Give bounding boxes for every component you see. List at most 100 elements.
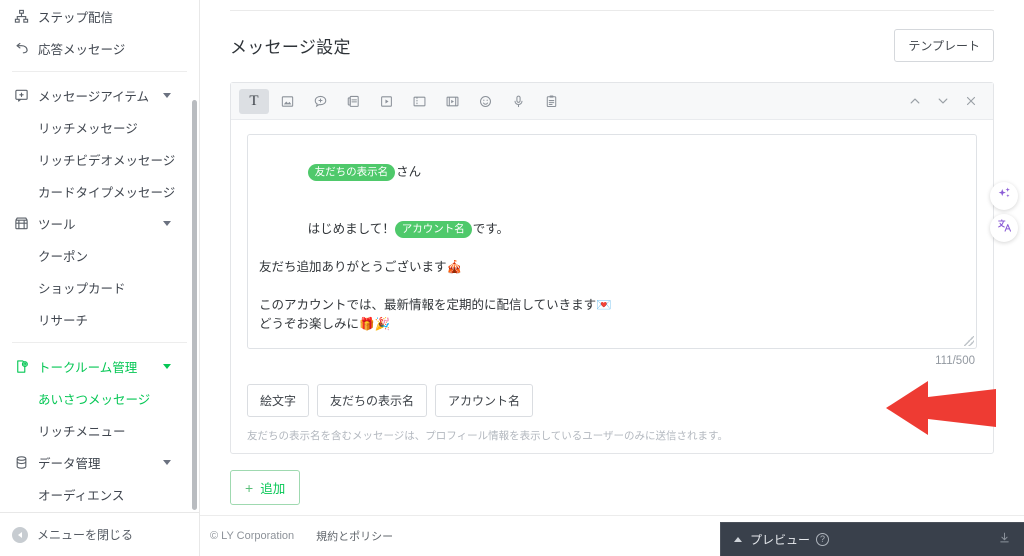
textarea-resize-handle[interactable]: [964, 336, 974, 346]
close-icon: [966, 96, 976, 106]
sidebar-item-tool[interactable]: ツール: [0, 207, 199, 239]
sidebar-item-talkroom-management[interactable]: トークルーム管理: [0, 350, 199, 382]
sidebar: ステップ配信 応答メッセージ メッセージアイテム リッチメッセージ リッチビデオ…: [0, 0, 200, 556]
account-name-tag: アカウント名: [394, 221, 472, 238]
clipboard-icon: [544, 94, 559, 109]
sidebar-item-label: データ管理: [38, 456, 101, 471]
sidebar-item-label: ショップカード: [38, 281, 126, 296]
chevron-up-icon: [910, 98, 920, 104]
sidebar-item-label: リッチメッセージ: [38, 121, 138, 136]
emoji-tool-button[interactable]: [470, 89, 500, 114]
close-message-button[interactable]: [957, 89, 985, 114]
app-root: ステップ配信 応答メッセージ メッセージアイテム リッチメッセージ リッチビデオ…: [0, 0, 1024, 556]
sidebar-item-label: メッセージアイテム: [38, 89, 150, 104]
sidebar-item-shop-card[interactable]: ショップカード: [0, 271, 199, 303]
sidebar-item-label: ツール: [38, 217, 76, 232]
message-line: 友だちの表示名 さん: [259, 144, 965, 201]
rich-video-tool-button[interactable]: [371, 89, 401, 114]
voice-tool-button[interactable]: [503, 89, 533, 114]
message-text: はじめまして！: [307, 222, 395, 236]
template-button[interactable]: テンプレート: [894, 29, 994, 62]
text-tool-button[interactable]: T: [239, 88, 269, 114]
sidebar-item-reply-message[interactable]: 応答メッセージ: [0, 32, 199, 64]
sidebar-item-data-management[interactable]: データ管理: [0, 446, 199, 478]
help-icon[interactable]: ?: [816, 533, 830, 546]
sidebar-item-rich-video-message[interactable]: リッチビデオメッセージ: [0, 143, 199, 175]
collapse-menu-label: メニューを閉じる: [37, 528, 134, 542]
message-text: です。: [472, 222, 510, 236]
message-toolbar: T: [231, 83, 993, 120]
insert-emoji-button[interactable]: 絵文字: [247, 384, 310, 417]
chevron-down-icon: [163, 220, 171, 226]
sticker-tool-button[interactable]: [305, 89, 335, 114]
rich-message-tool-button[interactable]: [338, 89, 368, 114]
preview-label: プレビュー: [750, 533, 811, 547]
image-tool-button[interactable]: [272, 89, 302, 114]
reply-message-icon: [12, 39, 30, 57]
sidebar-item-label: 応答メッセージ: [38, 42, 126, 57]
sidebar-item-research[interactable]: リサーチ: [0, 303, 199, 335]
message-line: どうぞお楽しみに🎁🎉: [259, 317, 391, 331]
download-icon[interactable]: [998, 531, 1011, 549]
sidebar-item-message-item[interactable]: メッセージアイテム: [0, 79, 199, 111]
card-type-tool-button[interactable]: [404, 89, 434, 114]
chevron-up-icon: [734, 537, 742, 542]
sidebar-item-greeting-message[interactable]: あいさつメッセージ: [0, 382, 199, 414]
video-icon: [445, 94, 460, 109]
page-title: メッセージ設定: [230, 38, 351, 57]
tool-icon: [12, 214, 30, 232]
sidebar-item-step-delivery[interactable]: ステップ配信: [0, 0, 199, 32]
talkroom-icon: [12, 357, 30, 375]
chevron-left-icon: [12, 526, 28, 543]
sidebar-item-label: リッチメニュー: [38, 424, 126, 439]
message-item-icon: [12, 86, 30, 104]
move-down-button[interactable]: [929, 89, 957, 114]
preview-bar[interactable]: プレビュー ?: [720, 522, 1024, 556]
chevron-down-icon: [938, 98, 948, 104]
add-message-button[interactable]: + 追加: [230, 470, 301, 505]
plus-icon: +: [245, 479, 254, 496]
message-line: このアカウントでは、最新情報を定期的に配信していきます💌: [259, 298, 612, 312]
main-scroll-area: メッセージ設定 テンプレート T 友だちの表示名 さん はじめまして！ アカウン…: [200, 0, 1024, 556]
emoji-icon: [478, 94, 493, 109]
terms-policy-link[interactable]: 規約とポリシー: [316, 528, 393, 544]
ai-sparkle-button[interactable]: [990, 182, 1018, 210]
video-tool-button[interactable]: [437, 89, 467, 114]
survey-tool-button[interactable]: [536, 89, 566, 114]
message-line: 友だち追加ありがとうございます🎪: [259, 260, 463, 274]
chevron-down-icon: [163, 92, 171, 98]
message-note: 友だちの表示名を含むメッセージは、プロフィール情報を表示しているユーザーのみに送…: [247, 430, 729, 442]
ai-sparkle-icon: [997, 186, 1012, 206]
rich-video-icon: [379, 94, 394, 109]
sidebar-item-label: リサーチ: [38, 313, 89, 328]
step-delivery-icon: [12, 7, 30, 25]
page-header: メッセージ設定 テンプレート: [200, 11, 1024, 62]
sidebar-item-label: オーディエンス: [38, 488, 125, 503]
message-textarea[interactable]: 友だちの表示名 さん はじめまして！ アカウント名 です。 友だち追加ありがとうござい…: [247, 134, 977, 349]
sidebar-item-card-type-message[interactable]: カードタイプメッセージ: [0, 175, 199, 207]
insert-friend-display-name-button[interactable]: 友だちの表示名: [317, 384, 428, 417]
sidebar-item-label: ステップ配信: [38, 10, 114, 25]
move-up-button[interactable]: [901, 89, 929, 114]
image-icon: [280, 94, 295, 109]
friend-display-name-tag: 友だちの表示名: [307, 164, 396, 181]
sidebar-scrollbar[interactable]: [192, 100, 197, 510]
sticker-icon: [313, 94, 328, 109]
sidebar-item-label: トークルーム管理: [38, 360, 138, 375]
collapse-menu-button[interactable]: メニューを閉じる: [0, 512, 199, 556]
translate-button[interactable]: [990, 214, 1018, 242]
message-line: はじめまして！ アカウント名 です。: [259, 201, 965, 258]
sidebar-item-audience[interactable]: オーディエンス: [0, 478, 199, 510]
sidebar-item-coupon[interactable]: クーポン: [0, 239, 199, 271]
sidebar-divider: [12, 342, 187, 343]
sidebar-group-3: トークルーム管理 あいさつメッセージ リッチメニュー データ管理 オーディエンス: [0, 350, 199, 510]
sidebar-divider: [12, 71, 187, 72]
rich-message-icon: [346, 94, 361, 109]
sidebar-item-rich-menu[interactable]: リッチメニュー: [0, 414, 199, 446]
main-content: メッセージ設定 テンプレート T 友だちの表示名 さん はじめまして！ アカウン…: [200, 0, 1024, 556]
insert-account-name-button[interactable]: アカウント名: [435, 384, 534, 417]
insert-chip-row: 絵文字 友だちの表示名 アカウント名: [247, 384, 977, 417]
sidebar-item-rich-message[interactable]: リッチメッセージ: [0, 111, 199, 143]
sidebar-group-2: メッセージアイテム リッチメッセージ リッチビデオメッセージ カードタイプメッセ…: [0, 79, 199, 335]
